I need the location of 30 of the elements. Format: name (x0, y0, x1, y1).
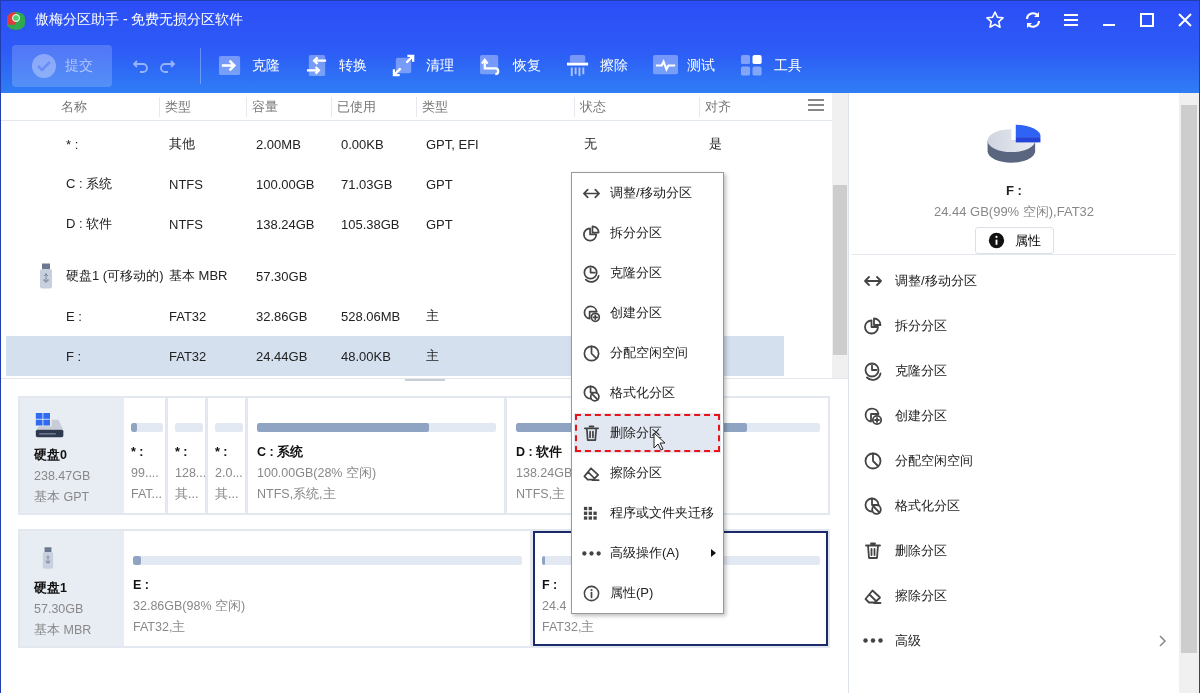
partition-label: C : 系统 (257, 444, 304, 461)
partition-size: 128... (175, 465, 207, 482)
partition-info: FAT... (131, 486, 163, 503)
partition-size: 2.0... (215, 465, 243, 482)
partition-info: 其... (175, 486, 199, 503)
partition-label: * : (175, 444, 188, 461)
disk-type: 基本 GPT (34, 489, 91, 506)
partition-name: F : (1006, 182, 1022, 201)
disk-type: 基本 MBR (34, 622, 93, 639)
partition-size: 32.86GB(98% 空闲) (133, 598, 246, 615)
partition-info: NTFS,系统,主 (257, 486, 336, 503)
partition-info: 其... (215, 486, 239, 503)
partition-summary: 24.44 GB(99% 空闲),FAT32 (933, 203, 1095, 222)
partition-label: E : (133, 577, 149, 594)
partition-size: 100.00GB(28% 空闲) (257, 465, 377, 482)
partition-info: FAT32,主 (133, 619, 186, 636)
disk-name: 硬盘0 (34, 447, 68, 464)
partition-info: FAT32,主 (542, 619, 595, 636)
partition-label: * : (215, 444, 228, 461)
partition-label: D : 软件 (516, 444, 563, 461)
partition-size: 99.... (131, 465, 159, 482)
window-title: 傲梅分区助手 - 免费无损分区软件 (35, 11, 245, 29)
partition-size: 138.24GB (516, 465, 573, 482)
partition-info: NTFS,主 (516, 486, 566, 503)
disk-name: 硬盘1 (34, 580, 68, 597)
partition-label: F : (542, 577, 558, 594)
disk-size: 57.30GB (34, 601, 85, 618)
partition-size: 24.4 (542, 598, 567, 615)
partition-label: * : (131, 444, 144, 461)
disk-size: 238.47GB (34, 468, 92, 485)
